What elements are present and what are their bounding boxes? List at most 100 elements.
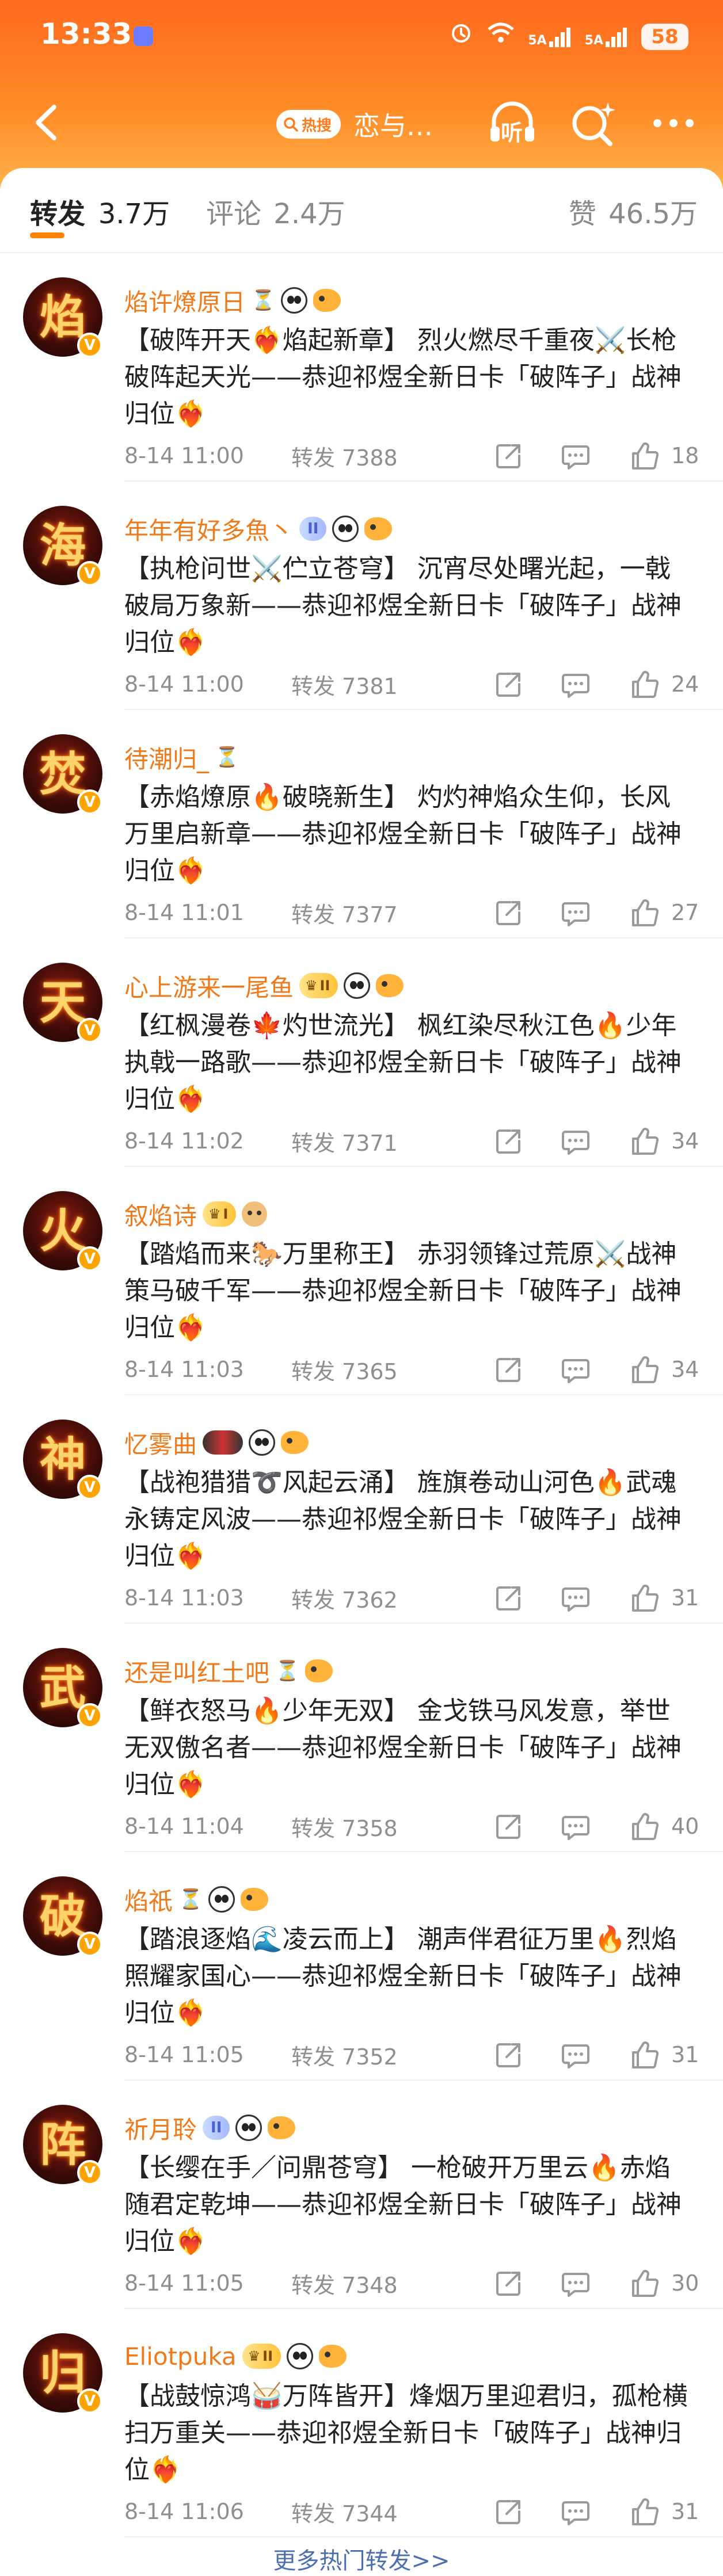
listen-button[interactable]: 听 [484, 94, 541, 152]
repost-count: 转发 7365 [291, 1354, 398, 1386]
like-button[interactable]: 34 [629, 1353, 699, 1386]
like-button[interactable]: 18 [629, 440, 699, 472]
repost-item[interactable]: 火 V 叙焰诗 ♛ I 【踏焰而来🐎万里称王】 赤羽领锋过荒原⚔️战神策马破千军—… [0, 1167, 723, 1395]
share-button[interactable] [493, 896, 525, 929]
repost-item[interactable]: 天 V 心上游来一尾鱼 ♛ II 【红枫漫卷🍁灼世流光】 枫红染尽秋江色🔥少年执戟… [0, 938, 723, 1167]
username[interactable]: 待潮归_ [124, 740, 209, 775]
username[interactable]: Eliotpuka [124, 2342, 237, 2371]
thumbs-up-icon [632, 1813, 659, 1840]
user-badges: II [299, 516, 393, 542]
repost-count-value: 7348 [342, 2272, 398, 2298]
comment-button[interactable] [560, 2267, 592, 2299]
search-button[interactable] [564, 94, 622, 152]
username[interactable]: 心上游来一尾鱼 [124, 968, 294, 1003]
comment-button[interactable] [560, 1353, 592, 1386]
alarm-icon [448, 20, 474, 55]
username[interactable]: 年年有好多魚丶 [124, 512, 294, 547]
repost-text: 【踏浪逐焰🌊凌云而上】 潮声伴君征万里🔥烈焰照耀家国心——恭迎祁煜全新日卡「破阵… [124, 1925, 682, 2028]
like-button[interactable]: 31 [629, 2495, 699, 2528]
fish-badge-icon [305, 1659, 333, 1682]
repost-count-label: 转发 [291, 2272, 336, 2298]
tab-repost-count: 3.7万 [98, 198, 170, 230]
more-button[interactable] [645, 94, 702, 152]
repost-meta: 8-14 11:01 转发 7377 [124, 898, 398, 928]
repost-item[interactable]: 海 V 年年有好多魚丶 II 【执枪问世⚔️伫立苍穹】 沉宵尽处曙光起，一戟破局… [0, 482, 723, 710]
like-button[interactable]: 30 [629, 2267, 699, 2299]
like-button[interactable]: 31 [629, 2039, 699, 2071]
repost-item[interactable]: 焚 V 待潮归_ ⏳ 【赤焰燎原🔥破晓新生】 灼灼神焰众生仰，长风万里启新章——… [0, 710, 723, 938]
hot-search-badge: 热搜 [276, 110, 341, 139]
share-button[interactable] [493, 2039, 525, 2071]
repost-text: 【踏焰而来🐎万里称王】 赤羽领锋过荒原⚔️战神策马破千军——恭迎祁煜全新日卡「破… [124, 1239, 682, 1342]
username[interactable]: 祈月聆 [124, 2111, 197, 2146]
username[interactable]: 焰许燎原日 [124, 283, 245, 318]
repost-item[interactable]: 归 V Eliotpuka ♛ II 【战鼓惊鸿🥁万阵皆开】烽烟万里迎君归，孤枪横… [0, 2309, 723, 2537]
tab-repost[interactable]: 转发 3.7万 [30, 191, 170, 231]
verified-badge-icon: V [77, 1018, 102, 1043]
share-icon [496, 901, 520, 925]
repost-count: 转发 7381 [291, 669, 398, 700]
repost-item[interactable]: 焰 V 焰许燎原日 ⏳ 【破阵开天❤️‍🔥焰起新章】 烈火燃尽千重夜⚔️长枪破阵… [0, 253, 723, 482]
comment-button[interactable] [560, 896, 592, 929]
repost-text: 【战鼓惊鸿🥁万阵皆开】烽烟万里迎君归，孤枪横扫万重关——恭迎祁煜全新日卡「破阵子… [124, 2382, 688, 2485]
like-button[interactable]: 31 [629, 1582, 699, 1614]
share-button[interactable] [493, 2495, 525, 2528]
share-button[interactable] [493, 2267, 525, 2299]
share-button[interactable] [493, 440, 525, 472]
repost-item[interactable]: 神 V 忆雾曲 【战袍猎猎➰风起云涌】 旌旗卷动山河色🔥武魂永铸定风波——恭迎祁… [0, 1395, 723, 1624]
comment-icon [562, 2501, 589, 2525]
like-button[interactable]: 40 [629, 1810, 699, 1842]
share-button[interactable] [493, 1125, 525, 1157]
crown-badge: ♛ II [242, 2344, 281, 2369]
topic-header[interactable]: 热搜 恋与… [276, 108, 433, 142]
repost-time: 8-14 11:03 [124, 1585, 244, 1611]
tab-like[interactable]: 赞 46.5万 [569, 191, 698, 231]
more-hot-reposts-link[interactable]: 更多热门转发>> [0, 2542, 723, 2575]
crown-badge: ♛ II [299, 973, 338, 998]
username[interactable]: 忆雾曲 [124, 1425, 197, 1460]
username[interactable]: 还是叫红土吧 [124, 1654, 269, 1689]
repost-count: 转发 7358 [291, 1811, 398, 1842]
comment-icon [562, 2273, 589, 2297]
tabs-bar: 转发 3.7万 评论 2.4万 赞 46.5万 [0, 168, 723, 253]
tab-like-count: 46.5万 [608, 198, 698, 230]
name-row: 心上游来一尾鱼 ♛ II [124, 968, 404, 1003]
crown-icon: ♛ [248, 2348, 261, 2364]
username[interactable]: 叙焰诗 [124, 1197, 197, 1232]
comment-button[interactable] [560, 1810, 592, 1842]
comment-button[interactable] [560, 668, 592, 700]
comment-button[interactable] [560, 2039, 592, 2071]
share-button[interactable] [493, 1353, 525, 1386]
like-button[interactable]: 24 [629, 668, 699, 700]
share-button[interactable] [493, 1810, 525, 1842]
tab-comment[interactable]: 评论 2.4万 [206, 191, 345, 231]
like-count: 31 [671, 1585, 699, 1611]
thumbs-up-icon [632, 2270, 659, 2297]
fish-badge-icon [241, 1888, 269, 1911]
repost-text: 【鲜衣怒马🔥少年无双】 金戈铁马风发意，举世无双傲名者——恭迎祁煜全新日卡「破阵… [124, 1696, 682, 1799]
repost-list: 焰 V 焰许燎原日 ⏳ 【破阵开天❤️‍🔥焰起新章】 烈火燃尽千重夜⚔️长枪破阵… [0, 253, 723, 2537]
fan-group-badge-icon [203, 1430, 243, 1455]
repost-time: 8-14 11:00 [124, 671, 244, 697]
battery-indicator: 58 [641, 24, 688, 50]
comment-button[interactable] [560, 1582, 592, 1614]
comment-button[interactable] [560, 2495, 592, 2528]
verified-badge-icon: V [77, 1475, 102, 1500]
panda-badge-icon [281, 287, 308, 314]
repost-item[interactable]: 破 V 焰祇 ⏳ 【踏浪逐焰🌊凌云而上】 潮声伴君征万里🔥烈焰照耀家国心——恭迎… [0, 1852, 723, 2081]
verified-badge-icon: V [77, 1932, 102, 1957]
repost-item[interactable]: 阵 V 祈月聆 II 【长缨在手／问鼎苍穹】 一枪破开万里云🔥赤焰随君定乾坤——… [0, 2081, 723, 2309]
back-button[interactable] [22, 97, 74, 148]
thumbs-up-icon [632, 671, 659, 698]
repost-item[interactable]: 武 V 还是叫红土吧 ⏳ 【鲜衣怒马🔥少年无双】 金戈铁马风发意，举世无双傲名者… [0, 1624, 723, 1852]
like-button[interactable]: 27 [629, 896, 699, 929]
share-button[interactable] [493, 668, 525, 700]
like-button[interactable]: 34 [629, 1125, 699, 1157]
comment-button[interactable] [560, 1125, 592, 1157]
share-button[interactable] [493, 1582, 525, 1614]
name-row: 还是叫红土吧 ⏳ [124, 1654, 333, 1688]
username[interactable]: 焰祇 [124, 1882, 173, 1917]
share-icon [496, 1815, 520, 1839]
repost-count-value: 7371 [342, 1130, 398, 1156]
comment-button[interactable] [560, 440, 592, 472]
